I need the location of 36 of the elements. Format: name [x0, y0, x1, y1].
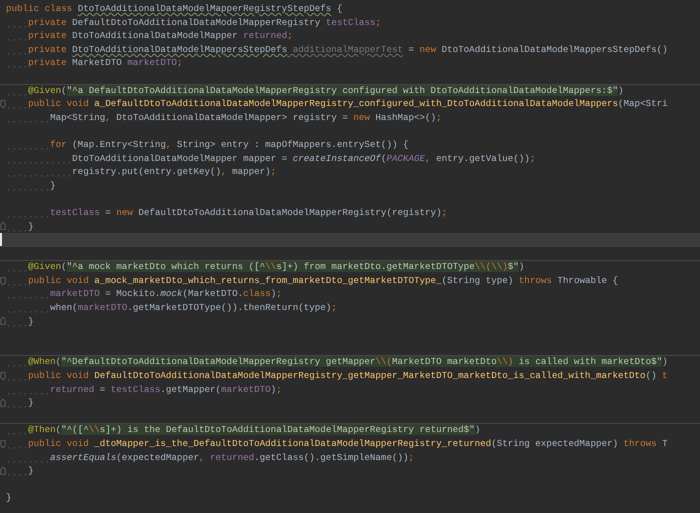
- code-line: private MarketDTO marketDTO;: [6, 56, 182, 70]
- fold-marker-icon[interactable]: [0, 398, 6, 408]
- code-line: }: [6, 491, 12, 505]
- code-line: assertEquals(expectedMapper, returned.getClass().getSimpleName());: [6, 450, 414, 464]
- code-line: public void a_mock_marketDto_which_returns_from_marketDto_getMarketDTOType_(String type) throws Throwable {: [6, 274, 618, 288]
- code-line: public class DtoToAdditionalDataModelMapperRegistryStepDefs {: [6, 2, 342, 16]
- fold-marker-icon[interactable]: [0, 276, 6, 286]
- code-line: }: [6, 220, 34, 234]
- fold-marker-icon[interactable]: [0, 221, 6, 232]
- code-line: returned = testClass.getMapper(marketDTO);: [6, 382, 282, 396]
- code-line: registry.put(entry.getKey(), mapper);: [6, 165, 276, 179]
- code-line: when(marketDTO.getMarketDTOType()).thenReturn(type);: [6, 301, 337, 315]
- code-line: }: [6, 178, 56, 192]
- code-line: @When("^DefaultDtoToAdditionalDataModelMapperRegistry getMapper\\(MarketDTO marketDto\\) is called with marketDto$"): [6, 355, 668, 370]
- code-line: testClass = new DefaultDtoToAdditionalDataModelMapperRegistry(registry);: [6, 206, 448, 220]
- code-line: public void _dtoMapper_is_the_DefaultDtoToAdditionalDataModelMapperRegistry_returned(String expectedMapper) throws T: [6, 437, 668, 451]
- fold-marker-icon[interactable]: [0, 98, 6, 109]
- code-line: @Given("^a DefaultDtoToAdditionalDataModelMapperRegistry configured with DtoToAdditionalDataModelMappers:$"): [6, 84, 624, 98]
- code-line: @Then("^([^\\s]+) is the DefaultDtoToAdditionalDataModelMapperRegistry returned$"): [6, 423, 480, 437]
- code-line: private DtoToAdditionalDataModelMapper returned;: [6, 29, 293, 43]
- code-line: private DefaultDtoToAdditionalDataModelMapperRegistry testClass;: [6, 16, 381, 30]
- code-line: Map<String, DtoToAdditionalDataModelMapper> registry = new HashMap<>();: [6, 110, 442, 124]
- fold-marker-icon[interactable]: [0, 316, 6, 326]
- fold-marker-icon[interactable]: [0, 370, 6, 381]
- code-line: private DtoToAdditionalDataModelMappersStepDefs additionalMapperTest = new DtoToAdditionalDataModelMappersStepDefs(): [6, 42, 668, 56]
- code-line: }: [6, 314, 34, 328]
- code-line: public void DefaultDtoToAdditionalDataModelMapperRegistry_getMapper_MarketDTO_marketDto_is_called_with_marketDto() t: [6, 369, 668, 383]
- code-line: }: [6, 396, 34, 410]
- code-line: public void a_DefaultDtoToAdditionalDataModelMapperRegistry_configured_with_DtoToAdditionalDataModelMappers(Map<Stri: [6, 97, 668, 111]
- code-line: marketDTO = Mockito.mock(MarketDTO.class);: [6, 287, 282, 302]
- code-line: for (Map.Entry<String, String> entry : mapOfMappers.entrySet()) {: [6, 138, 408, 152]
- fold-marker-icon[interactable]: [0, 466, 6, 476]
- code-line: }: [6, 464, 34, 478]
- fold-marker-icon[interactable]: [0, 438, 6, 449]
- code-line: DtoToAdditionalDataModelMapper mapper = createInstanceOf(PACKAGE, entry.getValue());: [6, 152, 536, 166]
- code-line: @Given("^a mock marketDto which returns ([^\\s]+) from marketDto.getMarketDTOType\\(\\)$"): [6, 260, 524, 274]
